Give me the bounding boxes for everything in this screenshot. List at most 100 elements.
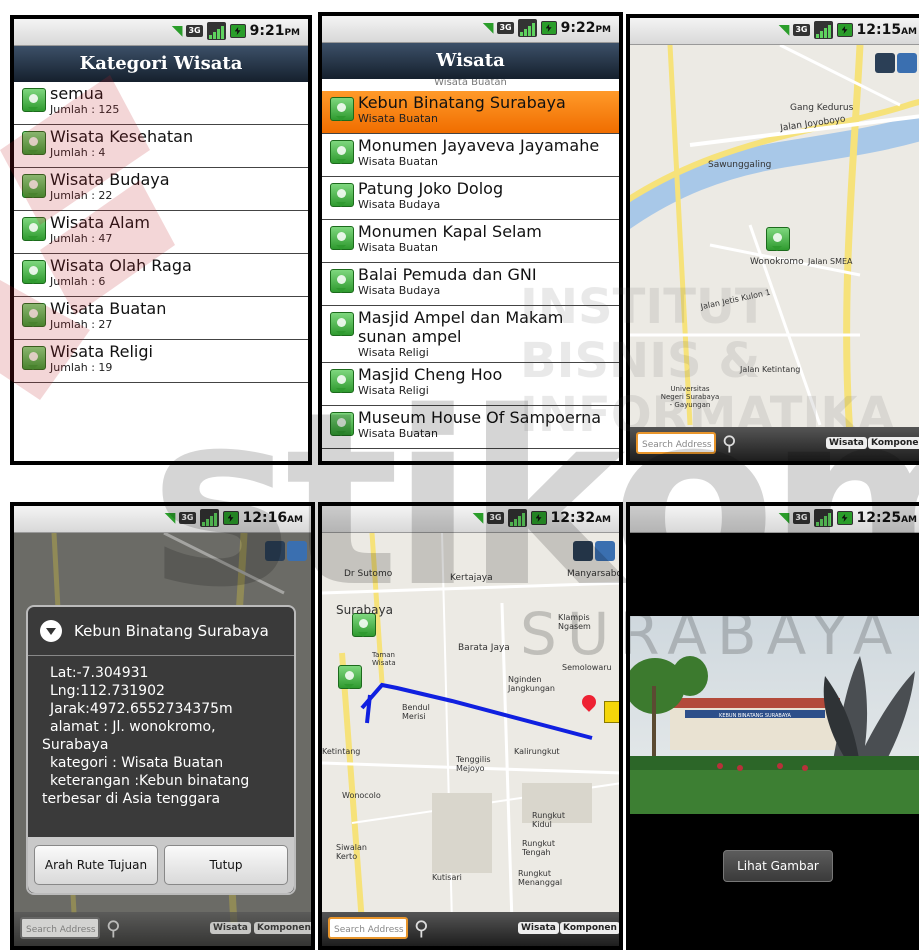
list-item[interactable]: Patung Joko Dolog Wisata Budaya bbox=[322, 177, 619, 220]
category-count: Jumlah : 6 bbox=[50, 275, 106, 288]
list-item[interactable]: Balai Pemuda dan GNI Wisata Budaya bbox=[322, 263, 619, 306]
category-count: Jumlah : 4 bbox=[50, 146, 106, 159]
list-item[interactable]: Masjid Cheng Hoo Wisata Religi bbox=[322, 363, 619, 406]
battery-charging-icon bbox=[530, 511, 547, 525]
list-item[interactable]: semua Jumlah : 125 bbox=[14, 82, 308, 125]
signal-bars-icon bbox=[813, 21, 833, 39]
layers-icon bbox=[287, 541, 307, 561]
satellite-icon[interactable] bbox=[573, 541, 593, 561]
map-label: Tenggilis Mejoyo bbox=[456, 755, 491, 773]
map-label: Wonokromo bbox=[750, 257, 804, 267]
category-name: Wisata Alam bbox=[50, 213, 150, 232]
screen-route-map: ◥ 3G 12:32AM Dr Sutomo Kertajaya Manyars… bbox=[318, 502, 623, 950]
search-bar: Search Address ⚲ Wisata Komponen bbox=[630, 427, 919, 461]
list-item[interactable]: Monumen Kapal Selam Wisata Buatan bbox=[322, 220, 619, 263]
list-item[interactable]: Wisata Buatan Jumlah : 27 bbox=[14, 297, 308, 340]
list-item[interactable]: Wisata Budaya Jumlah : 22 bbox=[14, 168, 308, 211]
map-label: Jalan Ketintang bbox=[740, 365, 801, 374]
list-item[interactable]: Wisata Olah Raga Jumlah : 6 bbox=[14, 254, 308, 297]
lihat-gambar-button[interactable]: Lihat Gambar bbox=[723, 850, 833, 882]
list-item[interactable]: Wisata Kesehatan Jumlah : 4 bbox=[14, 125, 308, 168]
dialog-header: Kebun Binatang Surabaya bbox=[28, 607, 294, 656]
satellite-icon[interactable] bbox=[875, 53, 895, 73]
layers-icon[interactable] bbox=[897, 53, 917, 73]
page-title: Kategori Wisata bbox=[14, 46, 308, 82]
destination-flag-icon[interactable] bbox=[604, 701, 619, 723]
screen-photo: ◥ 3G 12:25AM KEBUN BINATANG SURABAYA Lih… bbox=[626, 502, 919, 950]
map-label: Surabaya bbox=[336, 603, 393, 617]
status-time: 9:21PM bbox=[249, 23, 300, 39]
map-label: Jalan SMEA bbox=[808, 257, 853, 266]
photo-sign-text: KEBUN BINATANG SURABAYA bbox=[719, 713, 791, 719]
place-name: Kebun Binatang Surabaya bbox=[358, 93, 566, 112]
place-category: Wisata Buatan bbox=[358, 241, 438, 254]
status-bar: ◥ 3G 12:32AM bbox=[322, 506, 619, 533]
category-count: Jumlah : 22 bbox=[50, 189, 113, 202]
list-item[interactable]: Kebun Binatang Surabaya Wisata Buatan bbox=[322, 91, 619, 134]
list-item[interactable]: Monumen Jayaveva Jayamahe Wisata Buatan bbox=[322, 134, 619, 177]
category-name: semua bbox=[50, 84, 104, 103]
alamat-text: alamat : Jl. wonokromo, Surabaya bbox=[42, 719, 216, 753]
place-name: Balai Pemuda dan GNI bbox=[358, 265, 537, 284]
list-item[interactable]: Museum House Of Sampoerna Wisata Buatan bbox=[322, 406, 619, 449]
status-time: 12:25AM bbox=[856, 510, 918, 526]
place-category: Wisata Buatan bbox=[358, 155, 438, 168]
place-category: Wisata Religi bbox=[358, 346, 429, 359]
network-3g-icon: 3G bbox=[487, 512, 504, 524]
start-pin-icon[interactable] bbox=[338, 665, 362, 689]
wisata-button: Wisata bbox=[210, 922, 251, 934]
place-name: Patung Joko Dolog bbox=[358, 179, 504, 198]
signal-bars-icon bbox=[199, 509, 219, 527]
search-icon[interactable]: ⚲ bbox=[722, 431, 737, 455]
wifi-signal-icon: ◥ bbox=[482, 20, 494, 36]
place-pin-icon bbox=[330, 369, 354, 393]
tutup-button[interactable]: Tutup bbox=[164, 845, 288, 885]
map-label: Bendul Merisi bbox=[402, 703, 430, 721]
status-time: 12:16AM bbox=[242, 510, 304, 526]
place-name: Monumen Kapal Selam bbox=[358, 222, 542, 241]
wisata-list: Wisata Buatan Kebun Binatang Surabaya Wis… bbox=[322, 79, 619, 461]
map-tools bbox=[265, 541, 307, 561]
category-pin-icon bbox=[22, 131, 46, 155]
wisata-button[interactable]: Wisata bbox=[518, 922, 559, 934]
category-count: Jumlah : 47 bbox=[50, 232, 113, 245]
search-bar: Search Address ⚲ Wisata Komponen bbox=[14, 912, 311, 946]
map-marker-pin-icon[interactable] bbox=[766, 227, 790, 251]
search-bar: Search Address ⚲ Wisata Komponen bbox=[322, 912, 619, 946]
arah-rute-button[interactable]: Arah Rute Tujuan bbox=[34, 845, 158, 885]
search-input[interactable]: Search Address bbox=[636, 432, 716, 454]
status-time: 9:22PM bbox=[560, 20, 611, 36]
zoo-entrance-photo: KEBUN BINATANG SURABAYA bbox=[630, 616, 919, 814]
komponen-button[interactable]: Komponen bbox=[560, 922, 619, 934]
screen-kategori-wisata: ◥ 3G 9:21PM Kategori Wisata semua Jumlah … bbox=[10, 15, 312, 465]
map-label: Semolowaru bbox=[562, 663, 612, 672]
signal-bars-icon bbox=[206, 22, 226, 40]
network-3g-icon: 3G bbox=[793, 24, 810, 36]
list-item[interactable]: Masjid Ampel dan Makam sunan ampel Wisata… bbox=[322, 306, 619, 363]
search-icon[interactable]: ⚲ bbox=[414, 916, 429, 940]
komponen-button[interactable]: Komponen bbox=[868, 437, 919, 449]
category-pin-icon bbox=[22, 346, 46, 370]
list-item[interactable]: Wisata Religi Jumlah : 19 bbox=[14, 340, 308, 383]
list-item[interactable]: Wisata Alam Jumlah : 47 bbox=[14, 211, 308, 254]
battery-charging-icon bbox=[836, 23, 853, 37]
map-label: Manyarsabo bbox=[567, 569, 619, 579]
signal-bars-icon bbox=[517, 19, 537, 37]
collapse-arrow-icon[interactable] bbox=[40, 620, 62, 642]
dialog-body: Lat:-7.304931 Lng:112.731902 Jarak:4972.… bbox=[28, 656, 294, 816]
place-category: Wisata Buatan bbox=[358, 427, 438, 440]
layers-icon[interactable] bbox=[595, 541, 615, 561]
category-name: Wisata Budaya bbox=[50, 170, 170, 189]
map-label: Taman Wisata bbox=[372, 651, 396, 667]
search-input[interactable]: Search Address bbox=[328, 917, 408, 939]
status-bar: ◥ 3G 9:22PM bbox=[322, 16, 619, 43]
map-view[interactable]: Wonokromo Sawunggaling Gang Kedurus Jala… bbox=[630, 45, 919, 461]
screen-wisata-list: ◥ 3G 9:22PM Wisata Wisata Buatan Kebun B… bbox=[318, 12, 623, 465]
place-pin-icon bbox=[330, 183, 354, 207]
map-view[interactable]: Dr Sutomo Kertajaya Manyarsabo Surabaya … bbox=[322, 533, 619, 946]
wisata-button[interactable]: Wisata bbox=[826, 437, 867, 449]
category-pin-icon bbox=[22, 88, 46, 112]
status-bar: ◥ 3G 12:15AM bbox=[630, 18, 919, 45]
category-name: Wisata Kesehatan bbox=[50, 127, 194, 146]
category-list: semua Jumlah : 125 Wisata Kesehatan Jumlah … bbox=[14, 82, 308, 461]
